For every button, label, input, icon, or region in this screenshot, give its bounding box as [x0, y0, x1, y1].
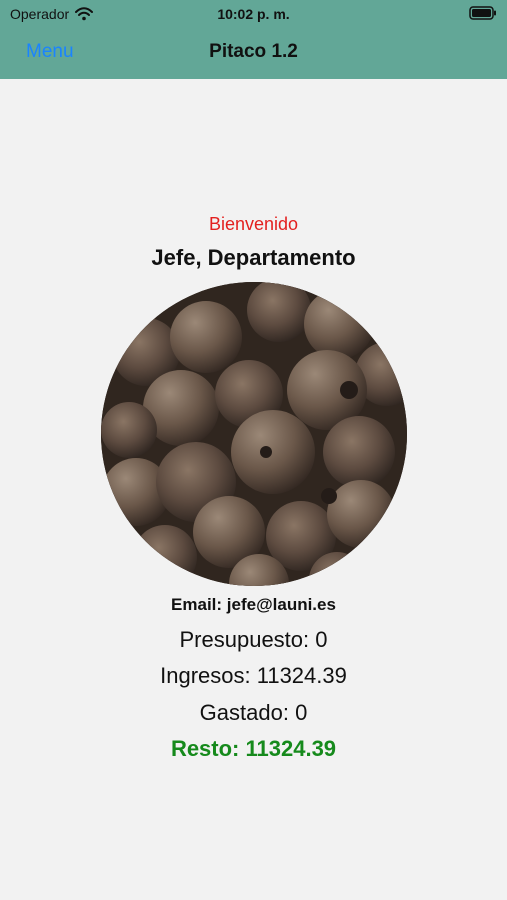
app-header: Operador 10:02 p. m. Menu Pitaco 1.2	[0, 0, 507, 79]
status-time: 10:02 p. m.	[217, 6, 290, 22]
budget-label: Presupuesto: 0	[179, 627, 328, 652]
remaining-label: Resto: 11324.39	[170, 736, 337, 761]
page-title: Pitaco 1.2	[209, 41, 298, 62]
avatar	[101, 282, 407, 586]
email-label: Email: jefe@launi.es	[171, 595, 336, 614]
battery-icon	[469, 6, 496, 20]
welcome-label: Bienvenido	[208, 214, 299, 234]
status-bar: Operador 10:02 p. m.	[0, 0, 507, 28]
spent-label: Gastado: 0	[199, 700, 308, 725]
user-name: Jefe, Departamento	[151, 245, 356, 270]
spice-photo	[101, 282, 407, 586]
income-label: Ingresos: 11324.39	[160, 663, 347, 688]
peppercorns	[101, 282, 407, 586]
navigation-bar: Menu Pitaco 1.2	[0, 28, 507, 78]
